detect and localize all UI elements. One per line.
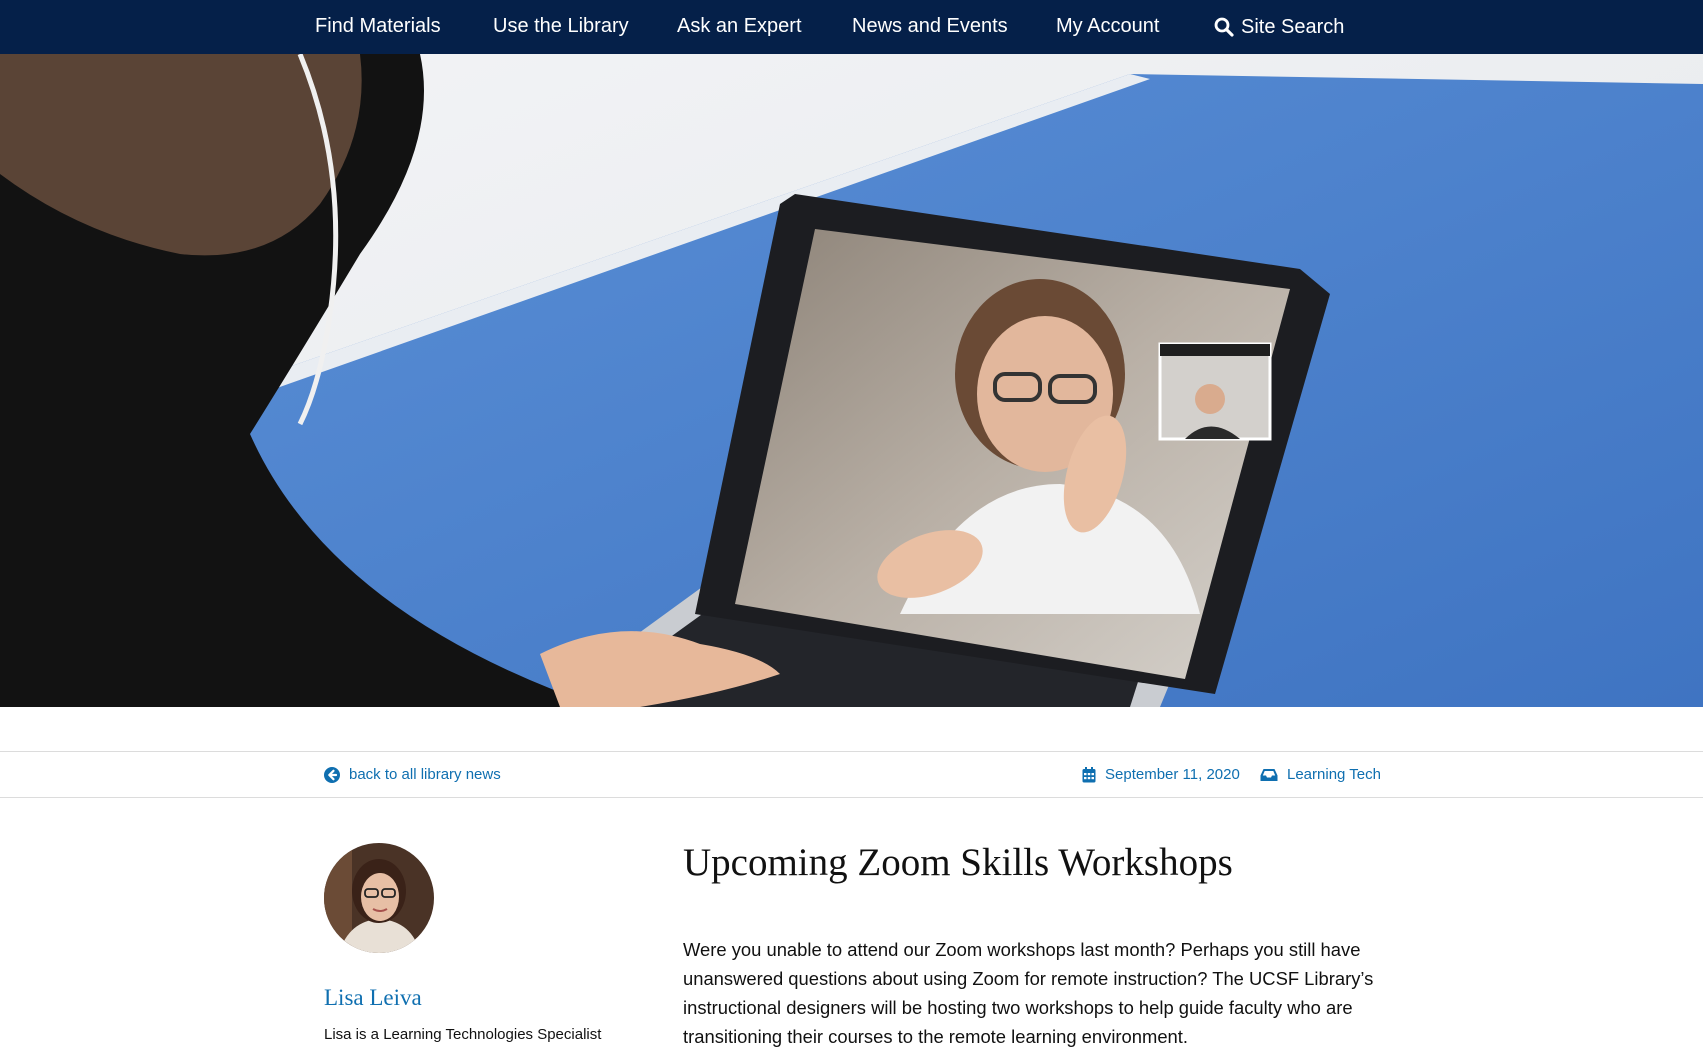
article-category: Learning Tech bbox=[1287, 766, 1381, 783]
author-name[interactable]: Lisa Leiva bbox=[324, 985, 422, 1011]
back-to-news-label: back to all library news bbox=[349, 766, 501, 783]
date-link: September 11, 2020 bbox=[1082, 752, 1240, 797]
author-bio: Lisa is a Learning Technologies Speciali… bbox=[324, 1026, 602, 1043]
site-search-label: Site Search bbox=[1241, 16, 1345, 38]
article-body: Were you unable to attend our Zoom works… bbox=[683, 939, 1374, 1047]
back-to-news-link[interactable]: back to all library news bbox=[324, 752, 501, 797]
search-icon bbox=[1214, 17, 1234, 37]
nav-my-account[interactable]: My Account bbox=[1056, 0, 1159, 54]
calendar-icon bbox=[1082, 766, 1096, 782]
arrow-circle-left-icon bbox=[324, 766, 340, 783]
author-avatar bbox=[324, 843, 434, 953]
nav-site-search[interactable]: Site Search bbox=[1214, 0, 1344, 54]
top-navigation: Find Materials Use the Library Ask an Ex… bbox=[0, 0, 1703, 54]
hero-photo bbox=[0, 54, 1703, 707]
inbox-icon bbox=[1260, 768, 1278, 781]
article-date: September 11, 2020 bbox=[1105, 766, 1240, 783]
article-title: Upcoming Zoom Skills Workshops bbox=[683, 841, 1233, 884]
nav-ask-an-expert[interactable]: Ask an Expert bbox=[677, 0, 802, 54]
author-photo bbox=[324, 843, 434, 953]
article-meta-bar: back to all library news September 11, 2… bbox=[0, 751, 1703, 798]
nav-news-and-events[interactable]: News and Events bbox=[852, 0, 1008, 54]
nav-use-the-library[interactable]: Use the Library bbox=[493, 0, 629, 54]
nav-find-materials[interactable]: Find Materials bbox=[315, 0, 441, 54]
category-link[interactable]: Learning Tech bbox=[1260, 752, 1381, 797]
hero-image bbox=[0, 54, 1703, 707]
